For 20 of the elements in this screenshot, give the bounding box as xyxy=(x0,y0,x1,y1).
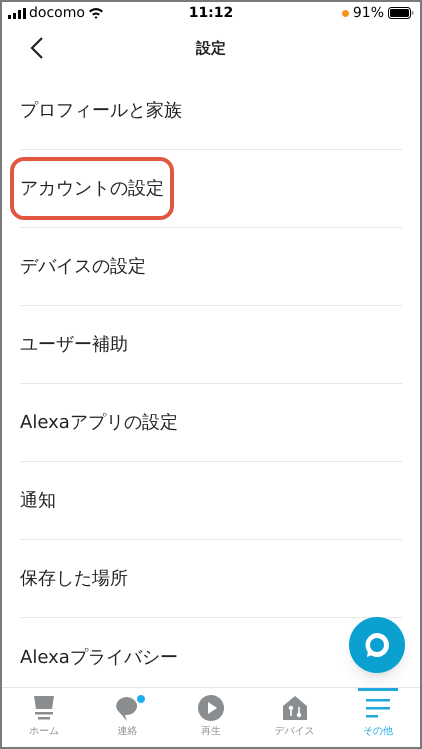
page-title: 設定 xyxy=(196,38,226,59)
carrier-name: docomo xyxy=(29,4,85,22)
selected-indicator xyxy=(358,688,398,691)
settings-item[interactable]: プロフィールと家族 xyxy=(20,97,182,124)
signal-icon xyxy=(8,8,26,18)
settings-item[interactable]: デバイスの設定 xyxy=(20,253,146,280)
settings-item[interactable]: Alexaプライバシー xyxy=(20,644,178,670)
house-icon xyxy=(280,694,309,722)
back-icon xyxy=(30,36,44,60)
settings-item[interactable]: Alexaアプリの設定 xyxy=(20,409,178,436)
play-icon xyxy=(196,694,225,722)
settings-item[interactable]: 通知 xyxy=(20,487,56,514)
settings-item[interactable]: ユーザー補助 xyxy=(20,331,128,358)
settings-item[interactable]: アカウントの設定 xyxy=(10,157,174,220)
settings-item[interactable]: 保存した場所 xyxy=(20,565,128,592)
wifi-icon xyxy=(88,7,104,19)
status-time: 11:12 xyxy=(188,4,234,22)
battery-icon xyxy=(388,7,414,19)
assistant-button[interactable] xyxy=(349,617,405,673)
battery-percent: 91% xyxy=(352,4,384,22)
